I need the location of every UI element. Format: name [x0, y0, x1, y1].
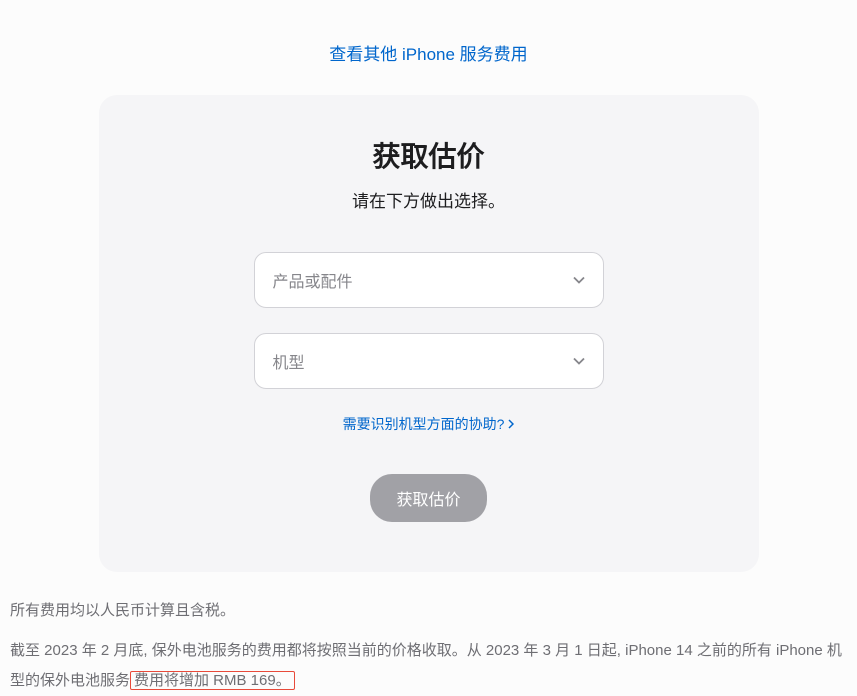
footer-line-tax: 所有费用均以人民币计算且含税。	[10, 596, 847, 626]
card-title: 获取估价	[149, 135, 709, 175]
other-service-fees-link[interactable]: 查看其他 iPhone 服务费用	[329, 45, 527, 64]
model-select[interactable]: 机型	[254, 333, 604, 389]
chevron-right-icon	[508, 416, 514, 432]
footer-line-price-change: 截至 2023 年 2 月底, 保外电池服务的费用都将按照当前的价格收取。从 2…	[10, 636, 847, 696]
chevron-down-icon	[573, 271, 585, 289]
product-select[interactable]: 产品或配件	[254, 252, 604, 308]
chevron-down-icon	[573, 352, 585, 370]
product-select-placeholder: 产品或配件	[273, 268, 573, 292]
estimate-card: 获取估价 请在下方做出选择。 产品或配件 机型 需要识别机型方面的协助? 获取估…	[99, 95, 759, 572]
top-link-container: 查看其他 iPhone 服务费用	[0, 0, 857, 95]
identify-model-help-link[interactable]: 需要识别机型方面的协助?	[343, 414, 515, 434]
price-increase-highlight: 费用将增加 RMB 169。	[130, 671, 295, 690]
get-estimate-button[interactable]: 获取估价	[370, 474, 486, 522]
footer-notes: 所有费用均以人民币计算且含税。 截至 2023 年 2 月底, 保外电池服务的费…	[0, 572, 857, 696]
help-link-text: 需要识别机型方面的协助?	[343, 414, 505, 434]
model-select-placeholder: 机型	[273, 349, 573, 373]
card-subtitle: 请在下方做出选择。	[149, 187, 709, 212]
submit-row: 获取估价	[149, 474, 709, 522]
